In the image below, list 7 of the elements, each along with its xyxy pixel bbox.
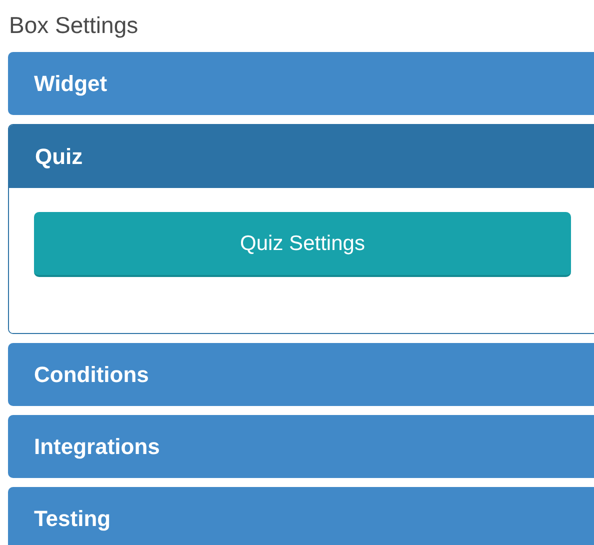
accordion-header[interactable]: Integrations	[8, 415, 594, 478]
accordion-header[interactable]: Quiz	[9, 125, 594, 188]
quiz-settings-button[interactable]: Quiz Settings	[34, 212, 571, 277]
accordion-header[interactable]: Conditions	[8, 343, 594, 406]
accordion-header[interactable]: Widget	[8, 52, 594, 115]
accordion-header[interactable]: Testing	[8, 487, 594, 545]
panel-title: Box Settings	[8, 11, 140, 40]
